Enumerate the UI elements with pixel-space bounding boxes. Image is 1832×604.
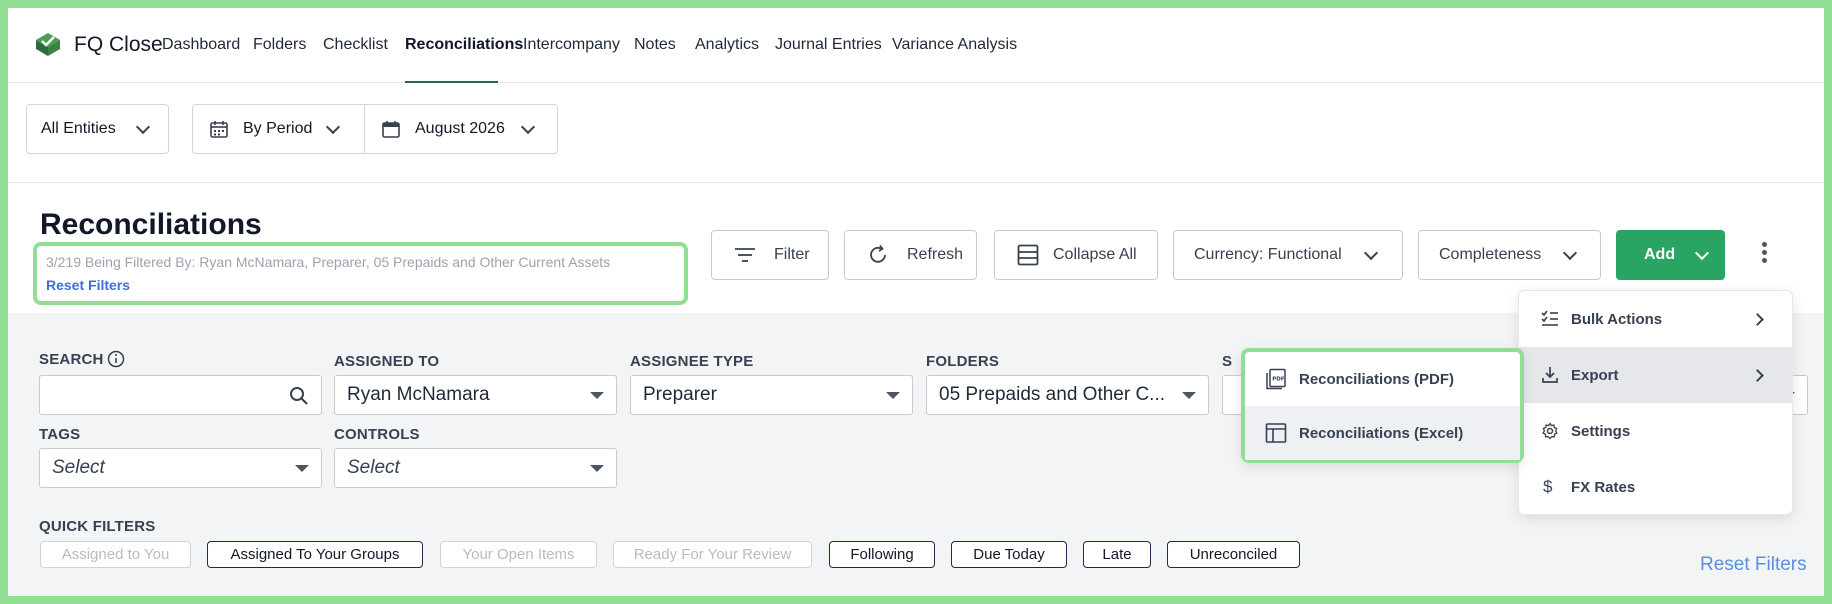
search-icon[interactable] (289, 386, 309, 406)
export-excel-item[interactable]: Reconciliations (Excel) (1245, 406, 1520, 460)
tags-label: TAGS (39, 426, 81, 443)
assigned-to-label: ASSIGNED TO (334, 353, 440, 370)
app-frame: FQ Close Dashboard Folders Checklist Rec… (8, 8, 1824, 596)
quick-filters-label: QUICK FILTERS (39, 518, 156, 535)
completeness-label: Completeness (1439, 246, 1542, 263)
chevron-down-icon (1563, 245, 1578, 260)
add-button-label: Add (1644, 246, 1676, 263)
assignee-type-label: ASSIGNEE TYPE (630, 353, 754, 370)
nav-reconciliations[interactable]: Reconciliations (405, 36, 523, 54)
chevron-down-icon (326, 119, 341, 134)
pdf-icon: PDF (1266, 368, 1286, 390)
brand-name: FQ Close (74, 33, 163, 56)
logo-icon (36, 33, 60, 56)
controls-label: CONTROLS (334, 426, 420, 443)
entities-label: All Entities (41, 120, 116, 137)
menu-item-fx-rates[interactable]: $ FX Rates (1519, 459, 1792, 515)
svg-text:PDF: PDF (1272, 377, 1285, 383)
refresh-button[interactable]: Refresh (844, 230, 977, 280)
more-options-menu: Bulk Actions Export Settings $ FX Rates (1518, 290, 1793, 515)
assigned-to-select[interactable]: Ryan McNamara (334, 375, 617, 415)
chip-assigned-to-your-groups[interactable]: Assigned To Your Groups (207, 541, 423, 568)
calendar-filled-icon (382, 121, 400, 138)
chevron-down-icon (1695, 245, 1710, 260)
top-nav: FQ Close Dashboard Folders Checklist Rec… (8, 8, 1824, 83)
chip-late[interactable]: Late (1083, 541, 1151, 568)
folders-label: FOLDERS (926, 353, 1000, 370)
search-input[interactable] (39, 375, 322, 415)
nav-folders[interactable]: Folders (253, 36, 306, 54)
chip-due-today[interactable]: Due Today (951, 541, 1067, 568)
collapse-all-label: Collapse All (1053, 246, 1137, 263)
chip-ready-for-your-review: Ready For Your Review (613, 541, 812, 568)
download-icon (1542, 367, 1558, 383)
info-icon[interactable] (107, 350, 125, 368)
completeness-select[interactable]: Completeness (1418, 230, 1601, 280)
refresh-icon (870, 244, 886, 263)
filter-button[interactable]: Filter (711, 230, 829, 280)
reset-filters-link[interactable]: Reset Filters (46, 277, 130, 293)
table-icon (1265, 423, 1287, 443)
period-select[interactable]: August 2026 (364, 104, 558, 154)
tags-select[interactable]: Select (39, 448, 322, 488)
folders-select[interactable]: 05 Prepaids and Other C... (926, 375, 1209, 415)
dollar-icon: $ (1543, 477, 1553, 496)
more-options-icon[interactable] (1760, 242, 1768, 266)
nav-variance-analysis[interactable]: Variance Analysis (892, 36, 1017, 54)
nav-dashboard[interactable]: Dashboard (162, 36, 240, 54)
caret-down-icon (590, 465, 604, 472)
caret-down-icon (590, 392, 604, 399)
export-submenu: PDF Reconciliations (PDF) Reconciliation… (1241, 348, 1524, 463)
collapse-icon (1017, 244, 1039, 266)
currency-select[interactable]: Currency: Functional (1173, 230, 1403, 280)
reset-filters-link-bottom[interactable]: Reset Filters (1700, 554, 1807, 576)
chip-assigned-to-you: Assigned to You (40, 541, 191, 568)
controls-select[interactable]: Select (334, 448, 617, 488)
nav-notes[interactable]: Notes (634, 36, 676, 54)
assignee-type-select[interactable]: Preparer (630, 375, 913, 415)
caret-down-icon (1182, 392, 1196, 399)
page-title: Reconciliations (40, 208, 262, 241)
entities-select[interactable]: All Entities (26, 104, 169, 154)
period-mode-select[interactable]: By Period (192, 104, 365, 154)
chip-unreconciled[interactable]: Unreconciled (1167, 541, 1300, 568)
currency-label: Currency: Functional (1194, 246, 1342, 263)
calendar-icon (210, 121, 228, 138)
nav-intercompany[interactable]: Intercompany (523, 36, 620, 54)
export-pdf-item[interactable]: PDF Reconciliations (PDF) (1245, 352, 1520, 406)
chevron-right-icon (1751, 312, 1764, 326)
caret-down-icon (886, 392, 900, 399)
filter-summary-text: 3/219 Being Filtered By: Ryan McNamara, … (46, 254, 611, 270)
nav-analytics[interactable]: Analytics (695, 36, 759, 54)
menu-item-settings[interactable]: Settings (1519, 403, 1792, 459)
filter-summary-box: 3/219 Being Filtered By: Ryan McNamara, … (33, 242, 688, 305)
add-button[interactable]: Add (1616, 230, 1725, 280)
chevron-down-icon (1363, 245, 1378, 260)
nav-journal-entries[interactable]: Journal Entries (775, 36, 882, 54)
chevron-down-icon (135, 119, 150, 134)
nav-checklist[interactable]: Checklist (323, 36, 388, 54)
caret-down-icon (295, 465, 309, 472)
collapse-all-button[interactable]: Collapse All (994, 230, 1158, 280)
chevron-right-icon (1751, 368, 1764, 382)
menu-item-export[interactable]: Export (1519, 347, 1792, 403)
checklist-icon (1541, 310, 1558, 326)
menu-item-bulk-actions[interactable]: Bulk Actions (1519, 291, 1792, 347)
refresh-button-label: Refresh (907, 246, 964, 263)
chevron-down-icon (520, 119, 535, 134)
search-label: SEARCH (39, 351, 104, 368)
gear-icon (1542, 422, 1558, 440)
chip-following[interactable]: Following (829, 541, 935, 568)
period-label: August 2026 (415, 120, 505, 137)
period-mode-label: By Period (243, 120, 313, 137)
filter-button-label: Filter (774, 246, 810, 263)
chip-your-open-items: Your Open Items (440, 541, 597, 568)
filter-lines-icon (735, 248, 755, 262)
status-label-partial: S (1222, 353, 1233, 370)
